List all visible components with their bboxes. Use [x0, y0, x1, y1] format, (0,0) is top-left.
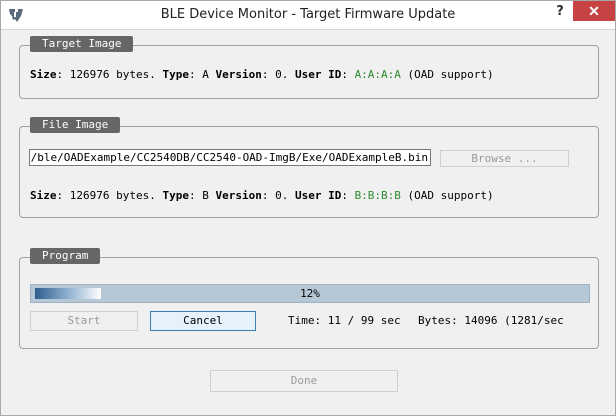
window-title: BLE Device Monitor - Target Firmware Upd…	[160, 7, 456, 22]
type-value: : A	[188, 68, 209, 81]
file-image-label: File Image	[30, 117, 121, 133]
start-button[interactable]: Start	[30, 311, 138, 331]
time-readout: Time: 11 / 99 sec	[288, 314, 401, 327]
size-value: : 126976 bytes.	[56, 189, 156, 202]
done-button[interactable]: Done	[210, 370, 398, 392]
help-button[interactable]: ?	[549, 3, 571, 23]
version-value: : 0.	[261, 68, 289, 81]
type-key: Type	[162, 189, 189, 202]
oad-dialog-window: BLE Device Monitor - Target Firmware Upd…	[0, 0, 616, 416]
version-key: Version	[215, 68, 262, 81]
userid-key: User ID	[294, 68, 342, 81]
type-value: : B	[188, 189, 209, 202]
target-image-info: Size: 126976 bytes. Type: A Version: 0. …	[30, 68, 494, 81]
program-label: Program	[30, 248, 101, 264]
close-button[interactable]: ✕	[573, 1, 615, 21]
support-text: (OAD support)	[407, 189, 494, 202]
bytes-readout: Bytes: 14096 (1281/sec	[418, 314, 564, 327]
file-path-text: C:/ti/BLE-CC254x/Projects/ble/OADExample…	[30, 151, 428, 164]
userid-value: B:B:B:B	[354, 189, 401, 202]
program-group: Program 12% Start Cancel Time: 11 / 99 s…	[19, 248, 599, 349]
size-key: Size	[30, 68, 57, 81]
userid-value: A:A:A:A	[354, 68, 401, 81]
progress-bar: 12%	[30, 284, 590, 303]
target-image-label: Target Image	[30, 36, 134, 52]
version-key: Version	[215, 189, 262, 202]
browse-button[interactable]: Browse ...	[440, 150, 569, 167]
progress-text: 12%	[300, 287, 320, 300]
file-image-group: File Image C:/ti/BLE-CC254x/Projects/ble…	[19, 117, 599, 218]
size-key: Size	[30, 189, 57, 202]
support-text: (OAD support)	[407, 68, 494, 81]
userid-sep: :	[341, 189, 348, 202]
file-image-info: Size: 126976 bytes. Type: B Version: 0. …	[30, 189, 494, 202]
userid-key: User ID	[294, 189, 342, 202]
target-image-group: Target Image Size: 126976 bytes. Type: A…	[19, 36, 599, 99]
cancel-button[interactable]: Cancel	[150, 311, 256, 331]
file-path-input[interactable]: C:/ti/BLE-CC254x/Projects/ble/OADExample…	[29, 149, 431, 166]
version-value: : 0.	[261, 189, 289, 202]
title-bar: BLE Device Monitor - Target Firmware Upd…	[1, 1, 615, 30]
type-key: Type	[162, 68, 189, 81]
userid-sep: :	[341, 68, 348, 81]
size-value: : 126976 bytes.	[56, 68, 156, 81]
